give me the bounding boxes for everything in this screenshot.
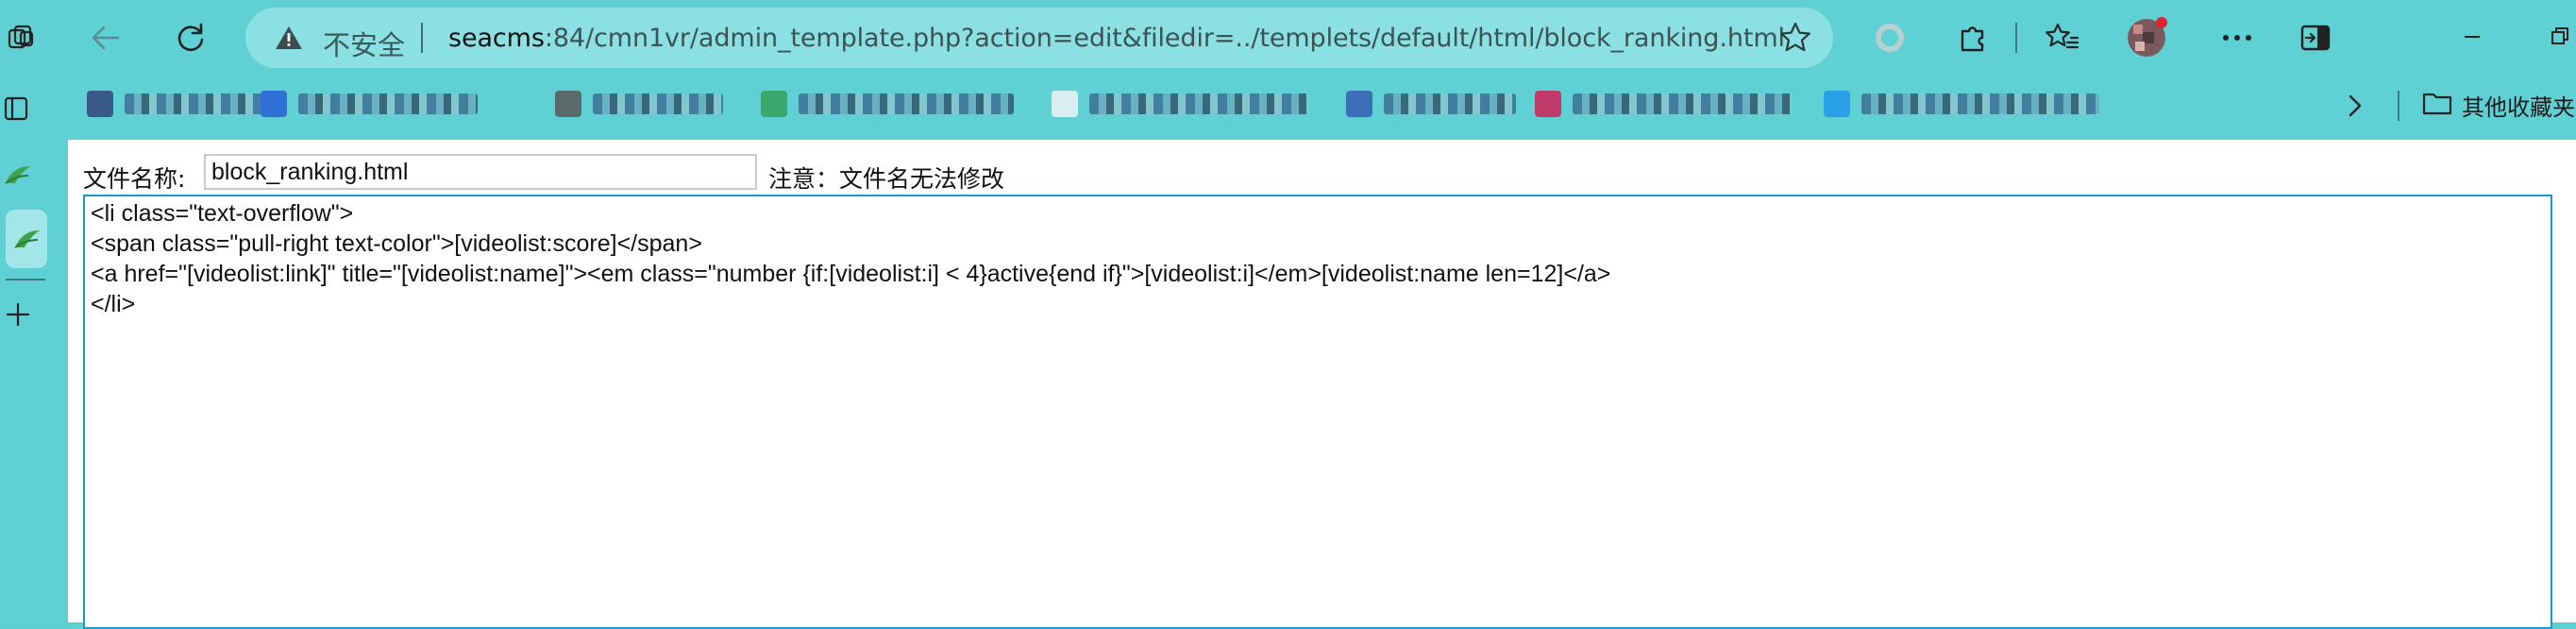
app-leaf-icon[interactable]: [2, 159, 34, 191]
filename-note: 注意：文件名无法修改: [768, 165, 1005, 193]
bookmark-favicon-icon: [87, 91, 113, 117]
refresh-icon[interactable]: [172, 19, 210, 57]
sidebar-toggle-icon[interactable]: [2298, 21, 2333, 55]
code-line: <span class="pull-right text-color">[vid…: [91, 230, 702, 257]
other-favorites-label: 其他收藏夹: [2462, 94, 2575, 121]
add-icon[interactable]: [2, 298, 34, 331]
bookmark-favicon-icon: [1535, 91, 1561, 117]
folder-icon: [2422, 90, 2452, 122]
chevron-right-icon[interactable]: [2341, 91, 2369, 121]
bookmark-favicon-icon: [555, 91, 581, 117]
bookmark-item[interactable]: [1346, 89, 1516, 119]
code-line: </li>: [91, 291, 136, 317]
divider: [2015, 23, 2017, 53]
favorites-icon[interactable]: [2043, 19, 2082, 57]
workspaces-icon[interactable]: [4, 21, 38, 55]
filename-field[interactable]: [204, 154, 757, 190]
bookmark-item[interactable]: [1052, 89, 1308, 119]
template-code-editor[interactable]: <li class="text-overflow"> <span class="p…: [83, 195, 2552, 629]
bookmark-favicon-icon: [261, 91, 287, 117]
more-menu-icon[interactable]: [2218, 21, 2256, 55]
bookmark-favicon-icon: [761, 91, 787, 117]
bookmark-item[interactable]: [87, 89, 266, 119]
tab-actions-icon[interactable]: [0, 93, 32, 125]
profile-avatar[interactable]: [2126, 15, 2169, 59]
title-bar: 不安全 seacms:84/cmn1vr/admin_template.php?…: [0, 0, 2576, 76]
url-path: :84/cmn1vr/admin_template.php?action=edi…: [544, 24, 1785, 53]
extension-circle-icon[interactable]: [1871, 19, 1909, 57]
restore-icon[interactable]: [2549, 23, 2576, 51]
divider: [2398, 91, 2399, 121]
code-line: <a href="[videolist:link]" title="[video…: [91, 261, 1611, 287]
url-host: seacms: [448, 24, 545, 53]
bookmark-item[interactable]: [1824, 89, 2099, 119]
url-text[interactable]: seacms:84/cmn1vr/admin_template.php?acti…: [448, 24, 1785, 53]
security-status-label[interactable]: 不安全: [323, 24, 405, 63]
active-sidebar-tile[interactable]: [6, 210, 47, 268]
favorite-star-icon[interactable]: [1778, 21, 1812, 59]
bookmark-favicon-icon: [1824, 91, 1850, 117]
bookmark-item[interactable]: [761, 89, 1014, 119]
divider: [421, 23, 423, 53]
bookmark-favicon-icon: [1346, 91, 1372, 117]
page-content: 文件名称: 注意：文件名无法修改 <li class="text-overflo…: [68, 140, 2576, 629]
other-favorites-folder[interactable]: 其他收藏夹: [2422, 89, 2575, 122]
extensions-puzzle-icon[interactable]: [1954, 19, 1992, 57]
bookmark-item[interactable]: [1535, 89, 1792, 119]
bookmark-item[interactable]: [555, 89, 723, 119]
back-icon[interactable]: [87, 21, 125, 55]
address-bar[interactable]: 不安全 seacms:84/cmn1vr/admin_template.php?…: [245, 8, 1833, 68]
filename-label: 文件名称:: [83, 165, 186, 193]
app-leaf-icon: [11, 223, 43, 255]
bookmark-item[interactable]: [261, 89, 478, 119]
warning-icon[interactable]: [274, 25, 304, 55]
minimize-icon[interactable]: [2458, 23, 2486, 51]
bookmark-favicon-icon: [1052, 91, 1078, 117]
code-line: <li class="text-overflow">: [91, 200, 354, 227]
divider: [6, 279, 45, 280]
